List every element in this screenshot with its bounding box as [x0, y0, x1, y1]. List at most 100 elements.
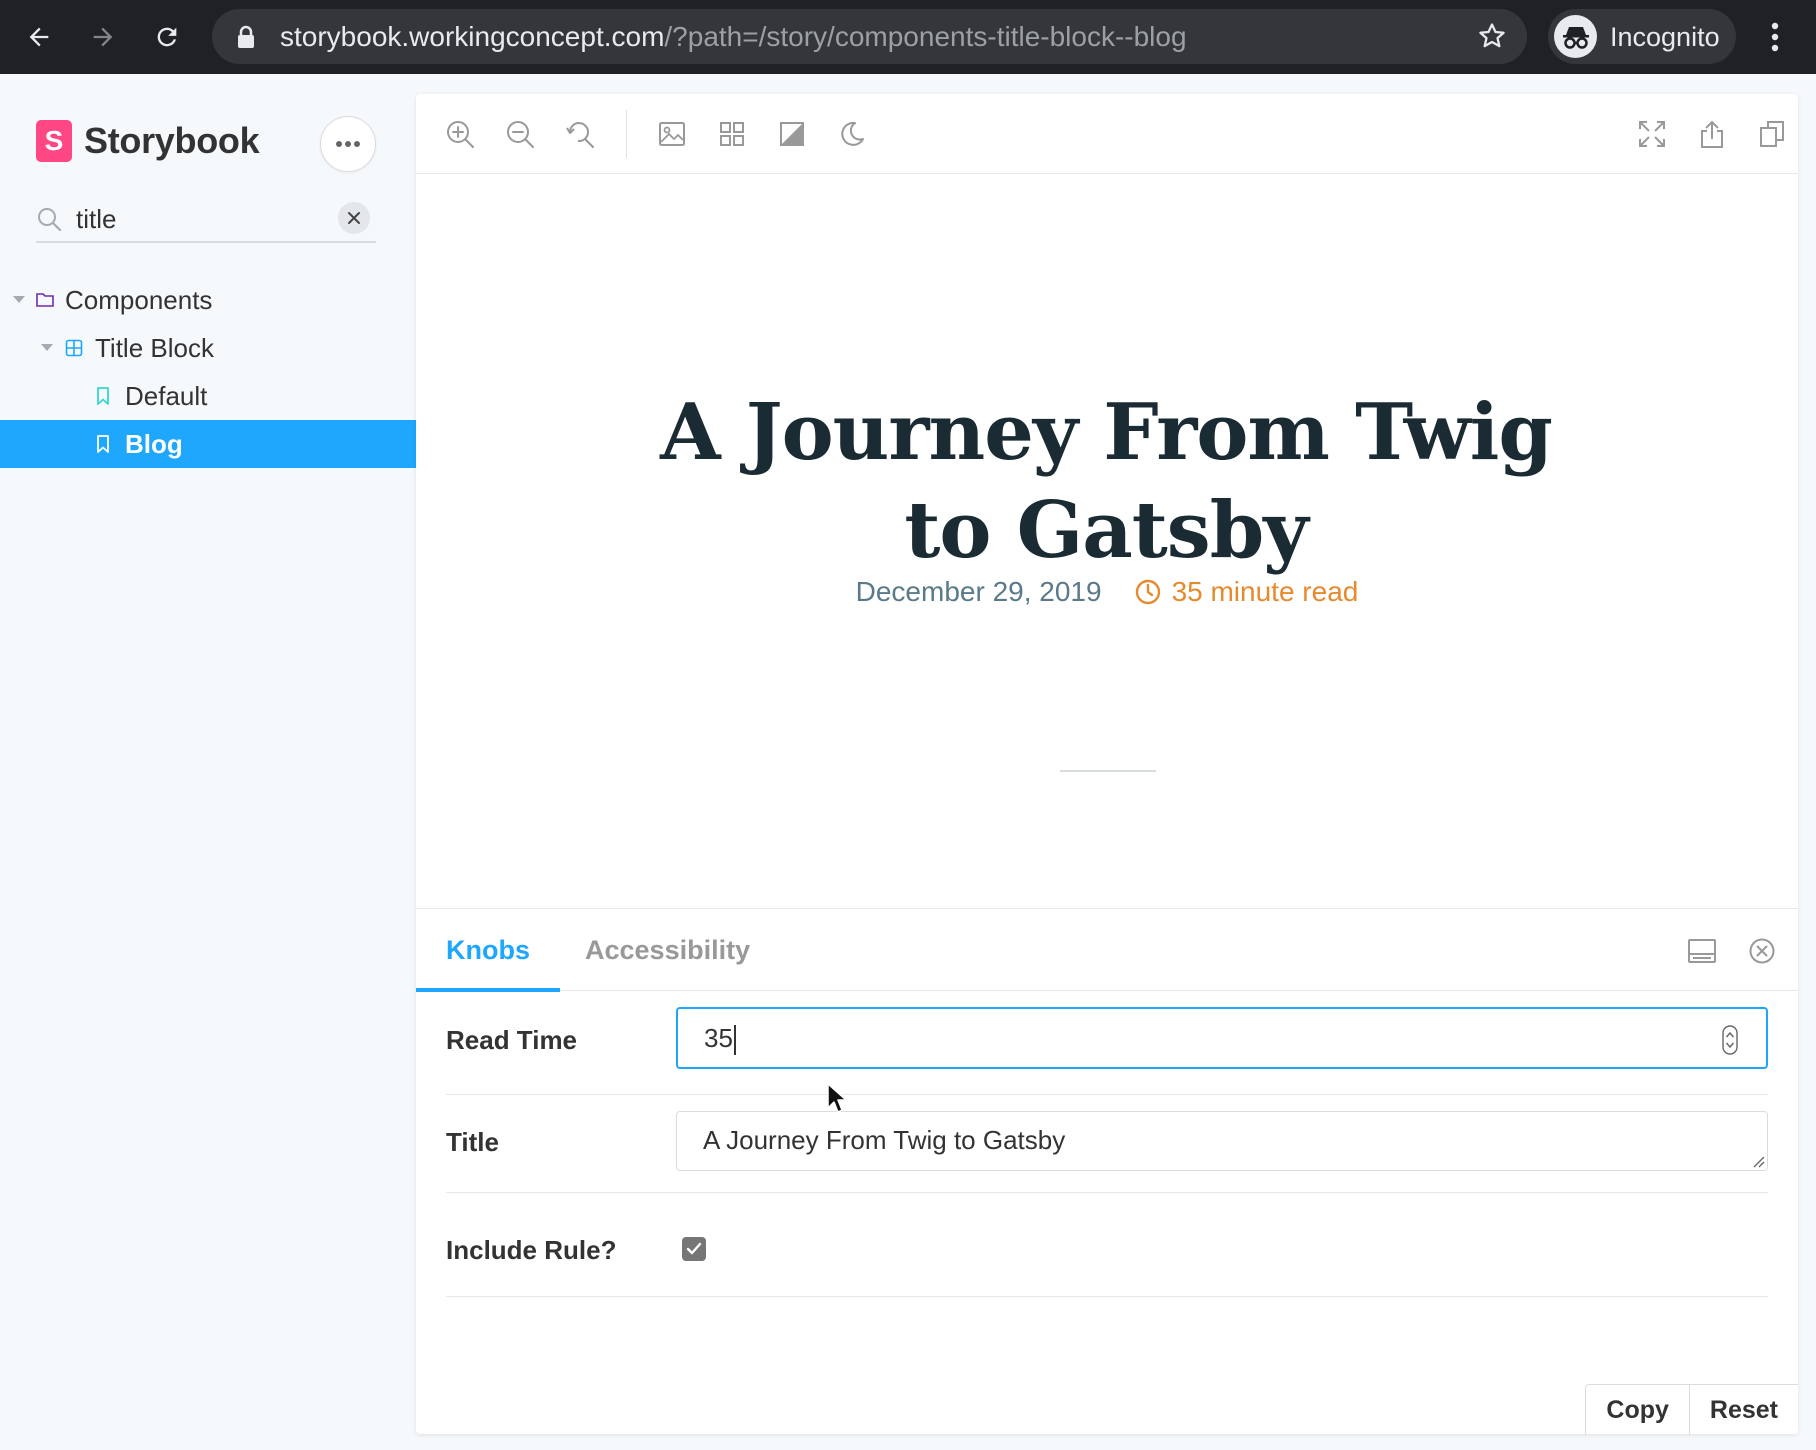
- zoom-out-button[interactable]: [498, 112, 542, 156]
- grid-icon: [720, 122, 744, 146]
- kebab-menu-icon: [1771, 22, 1779, 52]
- read-time-value: 35: [704, 1023, 733, 1053]
- number-stepper-icon[interactable]: [1722, 1025, 1738, 1055]
- browser-menu-button[interactable]: [1752, 14, 1798, 60]
- back-button[interactable]: [16, 14, 62, 60]
- post-meta: December 29, 2019 35 minute read: [416, 576, 1798, 608]
- background-button[interactable]: [650, 112, 694, 156]
- sidebar-item-label: Default: [125, 380, 208, 411]
- image-icon: [659, 122, 685, 146]
- sidebar-item-label: Title Block: [95, 332, 214, 363]
- storybook-brand[interactable]: S Storybook: [36, 120, 260, 162]
- profile-label: Incognito: [1610, 22, 1720, 52]
- forward-button[interactable]: [80, 14, 126, 60]
- search-input[interactable]: [76, 200, 326, 238]
- knob-label: Include Rule?: [446, 1235, 617, 1265]
- clock-icon: [1135, 579, 1160, 605]
- title-value: A Journey From Twig to Gatsby: [703, 1125, 1066, 1155]
- sidebar-item-label: Components: [65, 284, 213, 315]
- zoom-reset-button[interactable]: [558, 112, 602, 156]
- copy-button[interactable]: Copy: [1586, 1385, 1689, 1434]
- knob-row-read-time: Read Time 35: [446, 1007, 1768, 1095]
- brand-name: Storybook: [84, 120, 260, 161]
- toolbar-divider: [626, 110, 627, 158]
- ellipsis-icon: [336, 141, 360, 147]
- url-text: storybook.workingconcept.com/?path=/stor…: [280, 21, 1187, 53]
- theme-button[interactable]: [830, 112, 874, 156]
- sidebar-item-label: Blog: [125, 428, 183, 459]
- bookmark-icon: [96, 387, 110, 405]
- url-host: storybook.workingconcept.com: [280, 21, 665, 52]
- moon-icon: [841, 121, 864, 146]
- story-canvas: A Journey From Twig to Gatsby December 2…: [416, 174, 1798, 910]
- reload-button[interactable]: [144, 14, 190, 60]
- checkmark-icon: [686, 1242, 702, 1255]
- share-icon: [1701, 120, 1723, 148]
- arrow-right-icon: [93, 27, 113, 47]
- component-icon: [65, 339, 83, 357]
- preview-panel: A Journey From Twig to Gatsby December 2…: [416, 94, 1798, 1434]
- contrast-icon: [780, 122, 804, 146]
- sidebar-menu-button[interactable]: [320, 116, 376, 172]
- profile-button[interactable]: Incognito: [1548, 9, 1736, 64]
- incognito-icon: [1554, 15, 1597, 58]
- address-bar[interactable]: storybook.workingconcept.com/?path=/stor…: [212, 9, 1527, 64]
- clear-search-button[interactable]: [338, 202, 370, 234]
- sidebar-search: [36, 198, 376, 243]
- grid-button[interactable]: [710, 112, 754, 156]
- read-time-input[interactable]: 35: [676, 1007, 1768, 1069]
- outline-button[interactable]: [770, 112, 814, 156]
- addons-tabs: Knobs Accessibility: [416, 909, 1798, 992]
- sidebar-item-default[interactable]: Default: [0, 372, 416, 420]
- knob-row-include-rule: Include Rule?: [446, 1207, 1768, 1297]
- knob-row-title: Title A Journey From Twig to Gatsby: [446, 1111, 1768, 1193]
- close-icon: [348, 212, 360, 224]
- post-rule: [1060, 770, 1156, 772]
- expand-icon: [1639, 121, 1665, 147]
- read-time: 35 minute read: [1134, 576, 1359, 608]
- url-path: /?path=/story/components-title-block--bl…: [664, 21, 1187, 52]
- title-textarea[interactable]: A Journey From Twig to Gatsby: [676, 1111, 1768, 1171]
- chevron-down-icon: [40, 343, 54, 353]
- copy-link-button[interactable]: [1750, 112, 1794, 156]
- knob-label: Title: [446, 1127, 499, 1157]
- post-date: December 29, 2019: [855, 576, 1102, 607]
- open-new-tab-button[interactable]: [1690, 112, 1734, 156]
- sidebar-item-blog[interactable]: Blog: [0, 420, 416, 468]
- zoom-out-icon: [507, 121, 534, 148]
- mouse-pointer-icon: [827, 1083, 847, 1113]
- tab-accessibility[interactable]: Accessibility: [585, 909, 750, 991]
- sidebar-item-title-block[interactable]: Title Block: [0, 324, 416, 372]
- tab-knobs[interactable]: Knobs: [416, 909, 560, 992]
- sidebar-item-components[interactable]: Components: [0, 276, 416, 324]
- arrow-left-icon: [29, 27, 49, 47]
- include-rule-checkbox[interactable]: [682, 1237, 706, 1261]
- addons-panel: Knobs Accessibility Read Time 35 Title A…: [416, 908, 1798, 1434]
- browser-toolbar: storybook.workingconcept.com/?path=/stor…: [0, 0, 1816, 74]
- zoom-in-button[interactable]: [438, 112, 482, 156]
- read-time-text: 35 minute read: [1171, 576, 1359, 607]
- lock-icon: [238, 25, 254, 48]
- preview-toolbar: [416, 94, 1798, 174]
- knob-label: Read Time: [446, 1025, 578, 1055]
- knobs-actions: Copy Reset: [1585, 1384, 1798, 1434]
- chevron-down-icon: [12, 295, 26, 305]
- folder-icon: [36, 292, 54, 308]
- toggle-panel-orientation-button[interactable]: [1680, 929, 1724, 973]
- zoom-reset-icon: [566, 122, 594, 148]
- close-panel-button[interactable]: [1740, 929, 1784, 973]
- text-caret: [733, 1025, 736, 1056]
- bookmark-star-icon[interactable]: [1477, 21, 1507, 51]
- reset-button[interactable]: Reset: [1688, 1385, 1798, 1434]
- resize-handle-icon[interactable]: [1751, 1154, 1765, 1168]
- post-title: A Journey From Twig to Gatsby: [660, 387, 1553, 576]
- bookmark-icon: [96, 435, 110, 453]
- panel-bottom-icon: [1688, 939, 1716, 963]
- storybook-logo-icon: S: [36, 120, 72, 162]
- reload-icon: [157, 27, 177, 47]
- close-circle-icon: [1749, 938, 1775, 964]
- sidebar: S Storybook Components Title Block Defau…: [0, 74, 416, 1450]
- copy-icon: [1760, 121, 1784, 147]
- search-icon: [38, 208, 62, 232]
- fullscreen-button[interactable]: [1630, 112, 1674, 156]
